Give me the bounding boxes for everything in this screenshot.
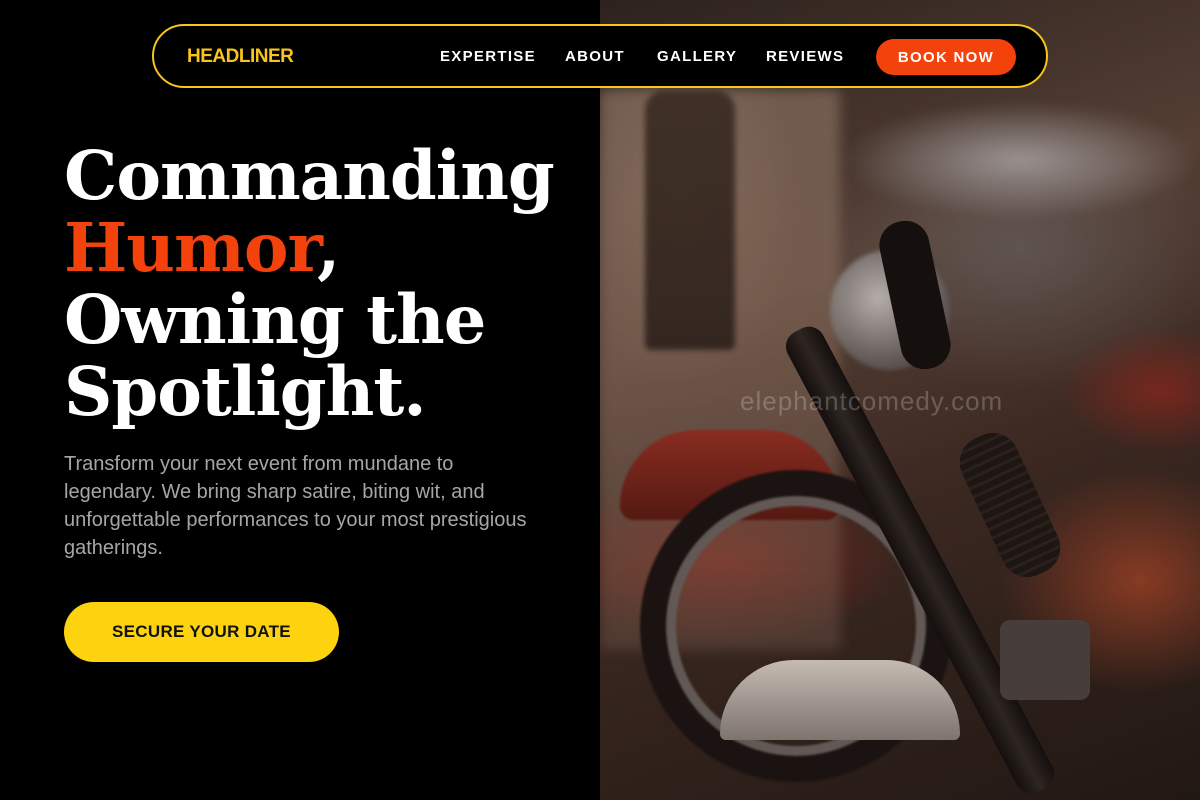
nav-link-reviews[interactable]: REVIEWS xyxy=(766,26,844,88)
headline-line-1: Commanding xyxy=(64,136,555,215)
headline-accent: Humor xyxy=(64,208,318,287)
headline-comma: , xyxy=(317,208,340,287)
hero-headline: Commanding Humor, Owning the Spotlight. xyxy=(64,140,604,428)
secure-date-button[interactable]: SECURE YOUR DATE xyxy=(64,602,339,662)
nav-link-gallery[interactable]: GALLERY xyxy=(657,26,737,88)
hero-subtitle: Transform your next event from mundane t… xyxy=(64,453,527,559)
watermark: elephantcomedy.com xyxy=(740,386,1004,416)
logo[interactable]: HEADLINER xyxy=(187,26,294,88)
nav-link-expertise[interactable]: EXPERTISE xyxy=(440,26,536,88)
book-now-button[interactable]: BOOK NOW xyxy=(876,39,1016,75)
nav-link-about[interactable]: ABOUT xyxy=(565,26,625,88)
headline-line-3: Owning the xyxy=(64,280,486,359)
headline-line-4: Spotlight. xyxy=(64,352,427,431)
top-nav: HEADLINER EXPERTISE ABOUT GALLERY REVIEW… xyxy=(152,24,1048,88)
